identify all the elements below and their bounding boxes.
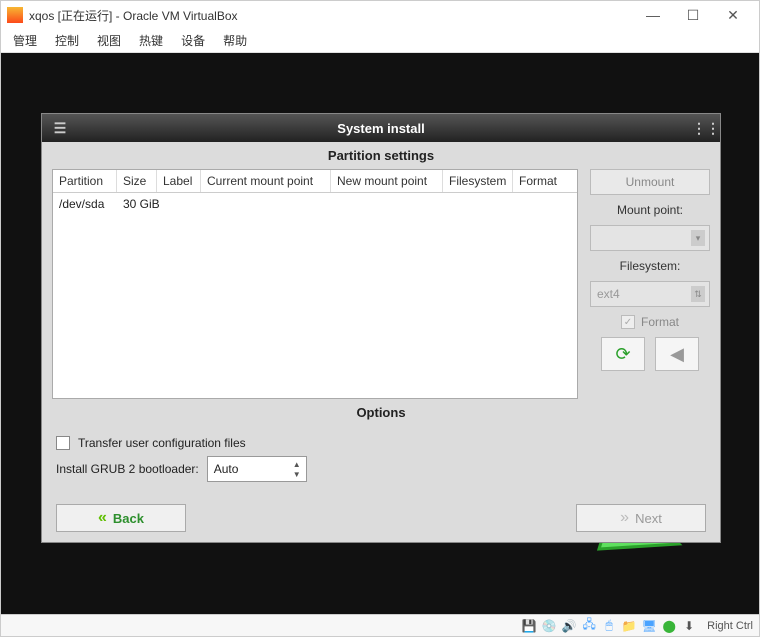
col-size[interactable]: Size (117, 170, 157, 192)
vbox-titlebar: xqos [正在运行] - Oracle VM VirtualBox — ☐ ✕ (1, 1, 759, 29)
installer-dialog: ☰ System install ⋮⋮ Partition settings P… (41, 113, 721, 543)
grub-select[interactable]: Auto ▲▼ (207, 456, 307, 482)
col-filesystem[interactable]: Filesystem (443, 170, 513, 192)
format-checkbox-row[interactable]: ✓ Format (590, 315, 710, 329)
filesystem-label: Filesystem: (590, 259, 710, 273)
display-icon[interactable]: 🖥 (641, 618, 657, 634)
host-key-label: Right Ctrl (707, 620, 753, 632)
chevron-right-icon: » (620, 509, 629, 527)
format-checkbox[interactable]: ✓ (621, 315, 635, 329)
grub-label: Install GRUB 2 bootloader: (56, 462, 199, 476)
vbox-title-text: xqos [正在运行] - Oracle VM VirtualBox (29, 7, 238, 24)
filesystem-select[interactable]: ext4 ⇅ (590, 281, 710, 307)
cell-size: 30 GiB (117, 193, 157, 215)
col-new-mp[interactable]: New mount point (331, 170, 443, 192)
optical-disk-icon[interactable]: 💿 (541, 618, 557, 634)
mount-point-label: Mount point: (590, 203, 710, 217)
transfer-config-row[interactable]: Transfer user configuration files (56, 436, 706, 450)
menu-item[interactable]: 视图 (97, 32, 121, 49)
window-maximize-button[interactable]: ☐ (673, 7, 713, 24)
cell-label (157, 193, 201, 215)
vm-screen: ☰ System install ⋮⋮ Partition settings P… (1, 53, 759, 614)
mount-point-select[interactable]: ▾ (590, 225, 710, 251)
arrow-left-icon: ◀ (670, 344, 684, 365)
vbox-menubar: 管理 控制 视图 热键 设备 帮助 (1, 29, 759, 53)
partition-table[interactable]: Partition Size Label Current mount point… (52, 169, 578, 399)
refresh-button[interactable]: ⟳ (601, 337, 645, 371)
cell-partition: /dev/sda (53, 193, 117, 215)
next-button-label: Next (635, 511, 662, 526)
chevron-down-icon: ▾ (691, 230, 705, 246)
next-button[interactable]: » Next (576, 504, 706, 532)
back-button-label: Back (113, 511, 144, 526)
back-button[interactable]: « Back (56, 504, 186, 532)
menu-item[interactable]: 热键 (139, 32, 163, 49)
vbox-app-icon (7, 7, 23, 23)
cell-fs (443, 193, 513, 215)
audio-icon[interactable]: 🔊 (561, 618, 577, 634)
menu-item[interactable]: 帮助 (223, 32, 247, 49)
hard-disk-icon[interactable]: 💾 (521, 618, 537, 634)
window-minimize-button[interactable]: — (633, 7, 673, 23)
col-current-mp[interactable]: Current mount point (201, 170, 331, 192)
menu-item[interactable]: 控制 (55, 32, 79, 49)
options-header: Options (42, 399, 720, 426)
grub-value: Auto (214, 462, 239, 476)
spinner-icon[interactable]: ▲▼ (290, 459, 304, 479)
chevron-left-icon: « (98, 509, 107, 527)
cell-format (513, 193, 577, 215)
chevron-up-down-icon: ⇅ (691, 286, 705, 302)
col-format[interactable]: Format (513, 170, 577, 192)
cell-current-mp (201, 193, 331, 215)
col-partition[interactable]: Partition (53, 170, 117, 192)
cell-new-mp (331, 193, 443, 215)
transfer-config-label: Transfer user configuration files (78, 436, 246, 450)
partition-table-header: Partition Size Label Current mount point… (53, 170, 577, 193)
recording-icon[interactable]: ⬤ (661, 618, 677, 634)
unmount-button[interactable]: Unmount (590, 169, 710, 195)
window-close-button[interactable]: ✕ (713, 7, 753, 24)
menu-item[interactable]: 设备 (181, 32, 205, 49)
refresh-icon: ⟳ (615, 344, 630, 365)
transfer-config-checkbox[interactable] (56, 436, 70, 450)
back-arrow-button[interactable]: ◀ (655, 337, 699, 371)
partition-settings-header: Partition settings (42, 142, 720, 169)
table-row[interactable]: /dev/sda 30 GiB (53, 193, 577, 215)
titlebar-menu-icon[interactable]: ☰ (50, 120, 70, 137)
installer-title: System install (70, 121, 692, 136)
installer-titlebar[interactable]: ☰ System install ⋮⋮ (42, 114, 720, 142)
partition-side-panel: Unmount Mount point: ▾ Filesystem: ext4 … (590, 169, 710, 399)
menu-item[interactable]: 管理 (13, 32, 37, 49)
titlebar-options-icon[interactable]: ⋮⋮ (692, 120, 712, 137)
shared-folder-icon[interactable]: 📁 (621, 618, 637, 634)
network-icon[interactable]: 🖧 (581, 618, 597, 634)
vbox-statusbar: 💾 💿 🔊 🖧 🖱 📁 🖥 ⬤ ⬇ Right Ctrl (1, 614, 759, 636)
format-checkbox-label: Format (641, 315, 679, 329)
filesystem-value: ext4 (597, 287, 620, 301)
usb-icon[interactable]: 🖱 (601, 618, 617, 634)
host-key-icon[interactable]: ⬇ (681, 618, 697, 634)
col-label[interactable]: Label (157, 170, 201, 192)
